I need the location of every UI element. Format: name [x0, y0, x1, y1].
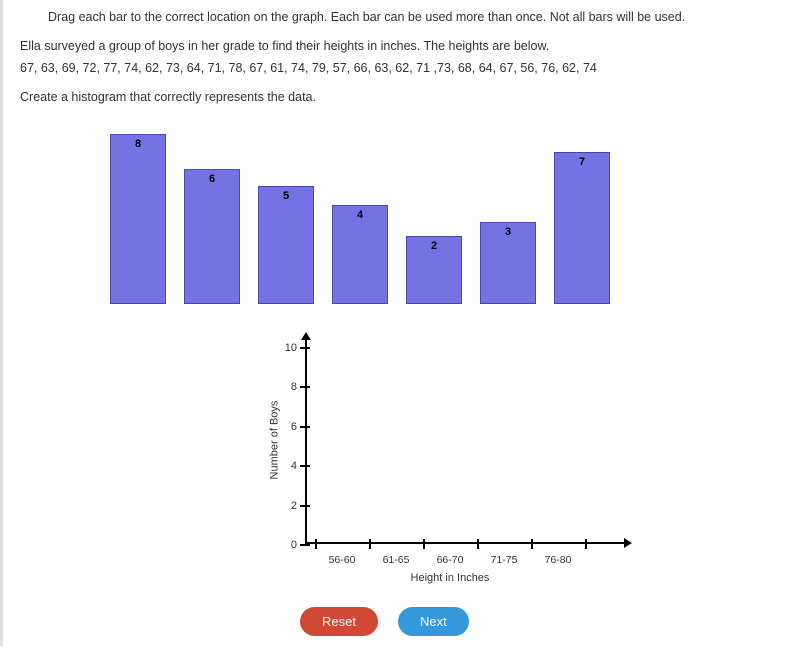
draggable-bar-7[interactable]: 7 [554, 152, 610, 304]
reset-button[interactable]: Reset [300, 607, 378, 636]
data-values: 67, 63, 69, 72, 77, 74, 62, 73, 64, 71, … [20, 61, 780, 75]
y-tick-label: 6 [275, 421, 297, 433]
y-tick-label: 8 [275, 381, 297, 393]
x-tick [423, 539, 425, 549]
draggable-bar-6[interactable]: 6 [184, 169, 240, 304]
y-tick [300, 544, 310, 546]
bar-bank: 8 6 5 4 2 3 7 [110, 124, 780, 304]
x-axis-label: Height in Inches [260, 572, 640, 584]
exercise-page: Drag each bar to the correct location on… [0, 0, 800, 646]
x-category-label: 76-80 [545, 554, 572, 566]
bar-label: 3 [481, 226, 535, 238]
draggable-bar-4[interactable]: 4 [332, 205, 388, 304]
left-rail [0, 0, 3, 646]
x-category-label: 61-65 [383, 554, 410, 566]
drag-instruction: Drag each bar to the correct location on… [48, 10, 780, 24]
next-button[interactable]: Next [398, 607, 469, 636]
x-tick [477, 539, 479, 549]
x-category-label: 66-70 [437, 554, 464, 566]
x-axis-arrow-icon [624, 538, 632, 548]
x-tick [531, 539, 533, 549]
x-tick [585, 539, 587, 549]
bar-label: 6 [185, 173, 239, 185]
draggable-bar-5[interactable]: 5 [258, 186, 314, 304]
draggable-bar-2[interactable]: 2 [406, 236, 462, 304]
bar-label: 4 [333, 209, 387, 221]
y-tick [300, 386, 310, 388]
y-tick-label: 4 [275, 460, 297, 472]
x-tick [315, 539, 317, 549]
bar-label: 5 [259, 190, 313, 202]
draggable-bar-3[interactable]: 3 [480, 222, 536, 304]
x-axis-line [305, 542, 625, 544]
draggable-bar-8[interactable]: 8 [110, 134, 166, 304]
create-instruction: Create a histogram that correctly repres… [20, 90, 780, 104]
y-tick [300, 426, 310, 428]
y-tick-label: 10 [275, 342, 297, 354]
histogram-chart: Number of Boys 0246810 56-6061-6566-7071… [260, 329, 640, 589]
x-category-label: 56-60 [329, 554, 356, 566]
y-tick [300, 505, 310, 507]
y-axis-line [305, 339, 307, 544]
x-category-label: 71-75 [491, 554, 518, 566]
y-tick [300, 347, 310, 349]
y-tick [300, 465, 310, 467]
x-tick [369, 539, 371, 549]
bar-label: 8 [111, 138, 165, 150]
bar-label: 2 [407, 240, 461, 252]
y-tick-label: 0 [275, 539, 297, 551]
survey-description: Ella surveyed a group of boys in her gra… [20, 39, 780, 53]
action-buttons: Reset Next [300, 607, 780, 636]
bar-label: 7 [555, 156, 609, 168]
y-tick-label: 2 [275, 500, 297, 512]
